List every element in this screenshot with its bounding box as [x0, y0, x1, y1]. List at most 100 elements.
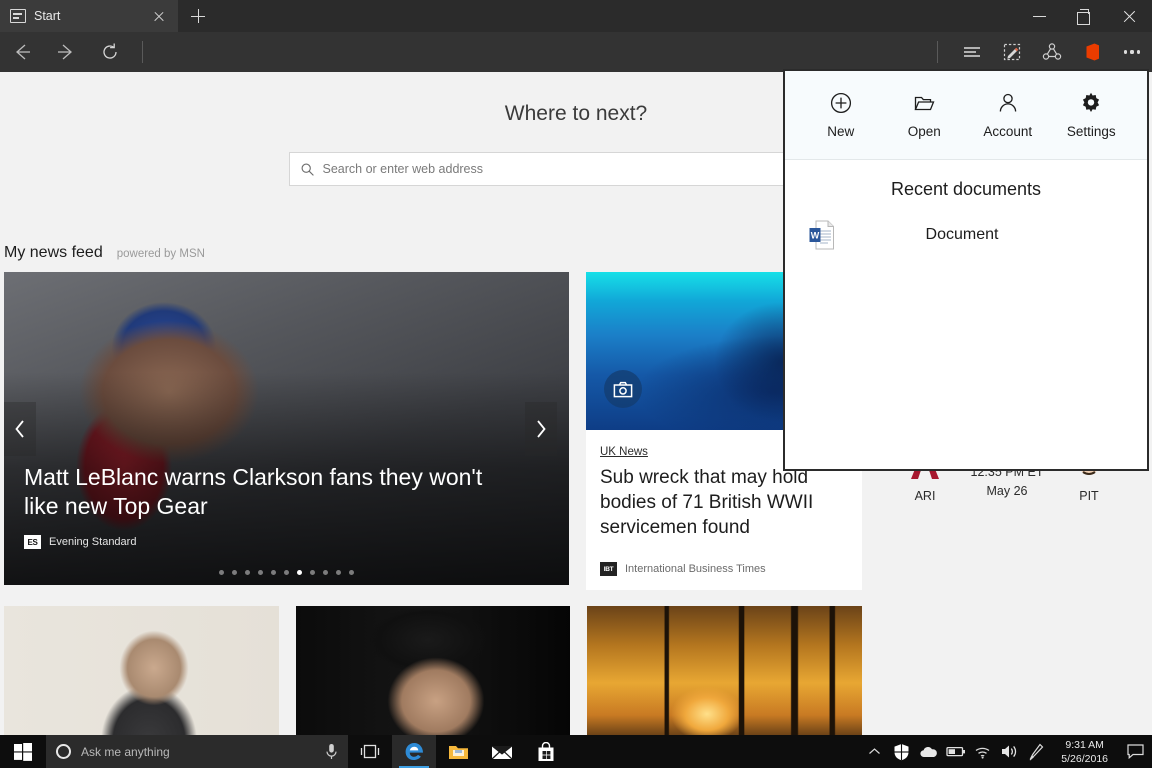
office-action-account[interactable]: Account — [970, 91, 1046, 139]
cortana-placeholder: Ask me anything — [81, 744, 170, 759]
ellipsis-icon — [1123, 50, 1141, 54]
cortana-icon — [56, 744, 71, 759]
show-hidden-icons-button[interactable] — [861, 735, 888, 768]
evening-standard-logo: ES — [24, 535, 41, 549]
taskbar-app-edge[interactable] — [392, 735, 436, 768]
start-page-icon — [10, 9, 26, 23]
office-action-label: Account — [983, 124, 1033, 139]
close-window-button[interactable] — [1107, 0, 1152, 32]
office-panel-body: Recent documents W Document — [785, 160, 1147, 469]
shield-icon — [894, 743, 909, 760]
carousel-dot[interactable] — [284, 570, 289, 575]
web-note-button[interactable] — [992, 32, 1032, 72]
news-thumb-3[interactable] — [587, 606, 863, 735]
recent-document-item[interactable]: W Document — [785, 220, 1147, 250]
word-document-icon: W — [809, 220, 834, 250]
chevron-right-icon — [537, 419, 546, 438]
carousel-dot[interactable] — [219, 570, 224, 575]
chevron-left-icon — [15, 419, 24, 438]
back-arrow-icon — [16, 44, 30, 60]
office-action-open[interactable]: Open — [886, 91, 962, 139]
office-action-label: New — [827, 124, 855, 139]
carousel-dot[interactable] — [336, 570, 341, 575]
share-button[interactable] — [1032, 32, 1072, 72]
search-input[interactable] — [322, 162, 853, 176]
cortana-search-box[interactable]: Ask me anything — [46, 735, 348, 768]
hero-article-title: Matt LeBlanc warns Clarkson fans they wo… — [24, 464, 483, 519]
task-view-button[interactable] — [348, 735, 392, 768]
carousel-dot[interactable] — [232, 570, 237, 575]
volume-button[interactable] — [996, 735, 1023, 768]
carousel-prev-button[interactable] — [4, 401, 36, 456]
pen-icon — [1029, 743, 1044, 760]
carousel-dot[interactable] — [323, 570, 328, 575]
battery-button[interactable] — [942, 735, 969, 768]
volume-icon — [1001, 745, 1016, 758]
nav-divider — [142, 41, 143, 63]
article-source: IBT International Business Times — [600, 562, 848, 590]
office-button[interactable] — [1072, 32, 1112, 72]
news-thumb-1[interactable] — [4, 606, 279, 735]
minimize-button[interactable] — [1017, 0, 1062, 32]
more-options-button[interactable] — [1112, 32, 1152, 72]
office-action-new[interactable]: New — [803, 91, 879, 139]
hero-article-card[interactable]: Matt LeBlanc warns Clarkson fans they wo… — [4, 272, 569, 585]
taskbar-app-explorer[interactable] — [436, 735, 480, 768]
photo-gallery-badge — [604, 370, 642, 408]
taskbar-clock[interactable]: 9:31 AM 5/26/2016 — [1050, 738, 1119, 766]
edge-logo-icon — [405, 743, 423, 760]
wifi-icon — [975, 747, 990, 759]
carousel-dot[interactable] — [297, 570, 302, 575]
office-flyout-panel: New Open Account Settings Recent documents … — [783, 69, 1149, 471]
store-icon — [538, 741, 554, 761]
news-row-secondary — [4, 606, 863, 735]
new-tab-button[interactable] — [178, 0, 218, 32]
edge-browser-window: Start Where to next? Search or enter web… — [0, 0, 1152, 768]
action-center-button[interactable] — [1119, 735, 1152, 768]
carousel-dot[interactable] — [310, 570, 315, 575]
article-title: Sub wreck that may hold bodies of 71 Bri… — [600, 467, 814, 538]
forward-button[interactable] — [44, 32, 88, 72]
close-tab-icon[interactable] — [148, 5, 170, 27]
office-action-settings[interactable]: Settings — [1053, 91, 1129, 139]
news-row-primary: Matt LeBlanc warns Clarkson fans they wo… — [4, 272, 862, 590]
restore-button[interactable] — [1062, 0, 1107, 32]
carousel-dot[interactable] — [349, 570, 354, 575]
wifi-button[interactable] — [969, 735, 996, 768]
ibt-logo: IBT — [600, 562, 617, 576]
taskbar-app-mail[interactable] — [480, 735, 524, 768]
file-explorer-icon — [448, 745, 468, 759]
share-icon — [1042, 43, 1062, 60]
home-team-abbr: PIT — [1079, 489, 1099, 503]
browser-tab-start[interactable]: Start — [0, 0, 178, 32]
carousel-dot[interactable] — [258, 570, 263, 575]
carousel-next-button[interactable] — [525, 401, 557, 456]
toolbar-actions — [927, 32, 1152, 72]
news-thumb-2[interactable] — [295, 606, 571, 735]
windows-ink-button[interactable] — [1023, 735, 1050, 768]
start-button[interactable] — [0, 735, 46, 768]
hero-article-source: ES Evening Standard — [24, 535, 509, 549]
news-feed-title: My news feed — [4, 244, 103, 261]
refresh-button[interactable] — [88, 32, 132, 72]
office-action-label: Settings — [1066, 124, 1116, 139]
news-feed-attribution: powered by MSN — [116, 248, 205, 260]
office-action-label: Open — [907, 124, 941, 139]
article-source-name: International Business Times — [625, 563, 766, 575]
article-category-link[interactable]: UK News — [600, 446, 648, 458]
mail-icon — [491, 745, 513, 759]
windows-logo-icon — [14, 742, 32, 761]
onedrive-button[interactable] — [915, 735, 942, 768]
microphone-icon[interactable] — [325, 743, 338, 760]
carousel-pagination[interactable] — [4, 570, 569, 575]
back-button[interactable] — [0, 32, 44, 72]
taskbar-app-store[interactable] — [524, 735, 568, 768]
reading-view-button[interactable] — [952, 32, 992, 72]
address-search-box[interactable] — [288, 152, 864, 186]
search-icon — [301, 163, 314, 176]
carousel-dot[interactable] — [245, 570, 250, 575]
recent-documents-heading: Recent documents — [890, 179, 1042, 199]
office-action-bar: New Open Account Settings — [785, 71, 1147, 160]
carousel-dot[interactable] — [271, 570, 276, 575]
windows-defender-button[interactable] — [888, 735, 915, 768]
